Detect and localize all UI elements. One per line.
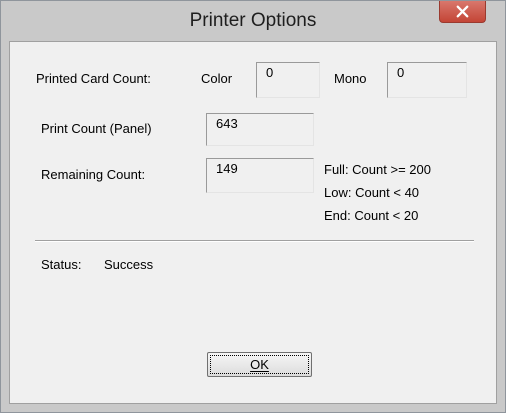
color-label: Color xyxy=(201,71,233,86)
separator-line xyxy=(35,240,474,242)
ok-button[interactable]: OK xyxy=(207,352,312,377)
print-count-panel-field[interactable]: 643 xyxy=(206,113,314,146)
title-bar[interactable]: Printer Options xyxy=(1,1,505,41)
dialog-body: Printed Card Count: Color 0 Mono 0 Print… xyxy=(9,41,497,404)
print-count-panel-label: Print Count (Panel) xyxy=(41,121,152,136)
remaining-count-label: Remaining Count: xyxy=(41,167,146,182)
dialog-title: Printer Options xyxy=(189,10,317,31)
mono-label: Mono xyxy=(334,71,367,86)
remaining-count-field[interactable]: 149 xyxy=(206,158,314,193)
close-icon xyxy=(456,5,469,18)
printed-card-count-label: Printed Card Count: xyxy=(36,71,151,86)
mono-count-field[interactable]: 0 xyxy=(387,62,467,98)
ok-button-label: OK xyxy=(250,357,269,372)
status-label: Status: xyxy=(41,257,82,272)
status-value: Success xyxy=(104,257,154,272)
legend-full: Full: Count >= 200 xyxy=(324,162,431,177)
legend-end: End: Count < 20 xyxy=(324,208,419,223)
legend-low: Low: Count < 40 xyxy=(324,185,420,200)
color-count-field[interactable]: 0 xyxy=(256,62,320,98)
close-button[interactable] xyxy=(439,1,486,23)
printer-options-dialog: Printer Options Printed Card Count: Colo… xyxy=(0,0,506,413)
